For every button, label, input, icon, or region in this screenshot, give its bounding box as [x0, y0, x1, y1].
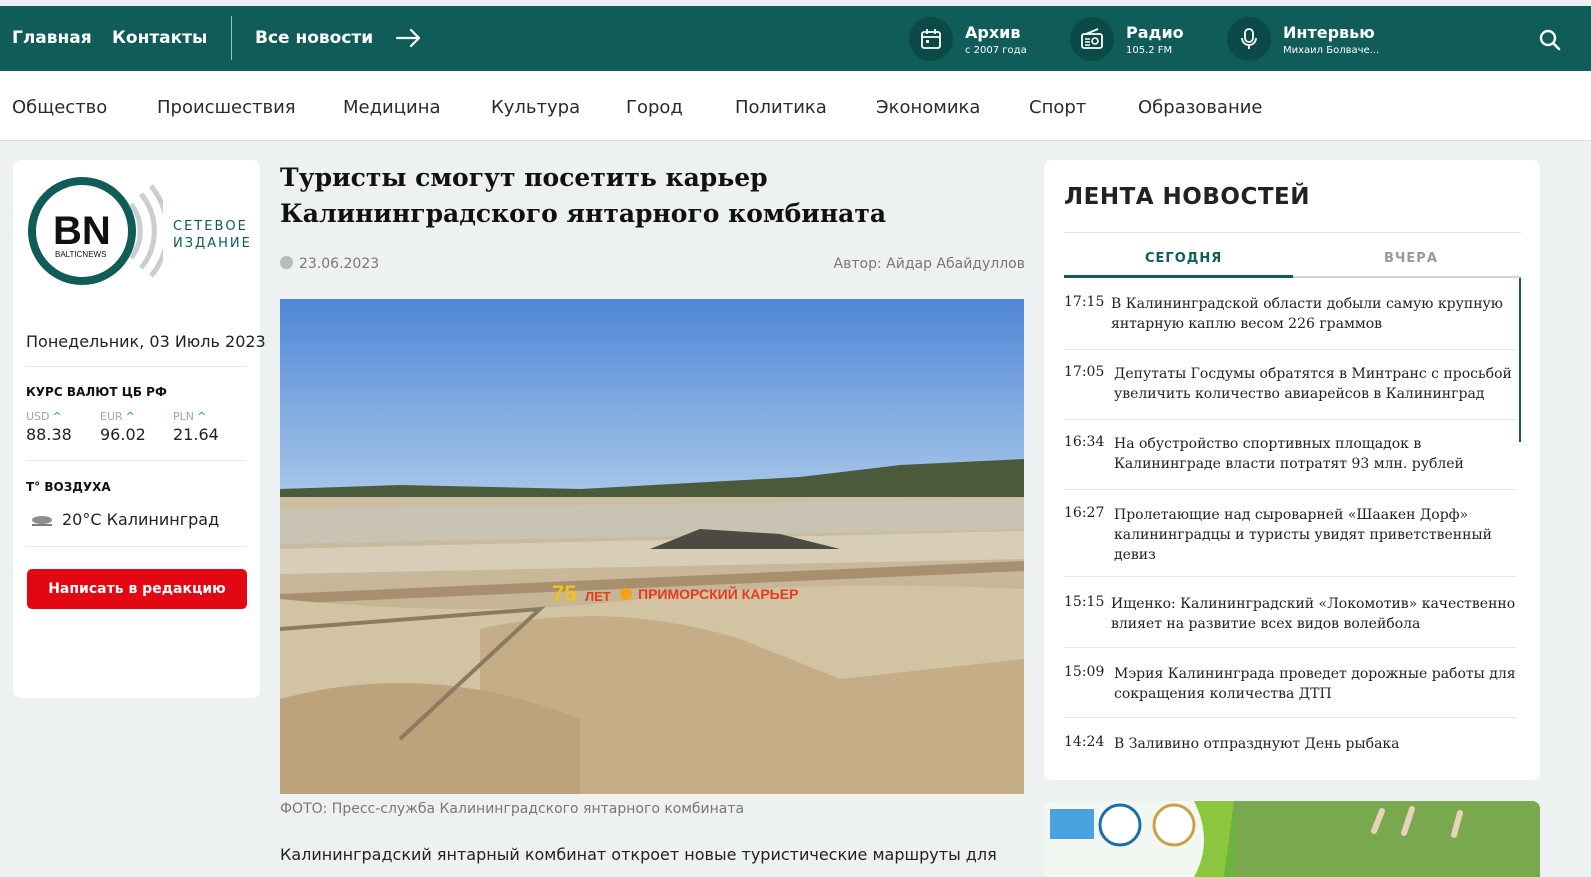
- feed-item[interactable]: 15:09 Мэрия Калининграда проведет дорожн…: [1064, 664, 1516, 718]
- calendar-icon: [909, 17, 953, 61]
- category-politics[interactable]: Политика: [735, 97, 827, 118]
- divider: [26, 366, 246, 367]
- feed-tabs: СЕГОДНЯ ВЧЕРА: [1064, 232, 1521, 278]
- arrow-up-icon: ^: [197, 410, 207, 423]
- category-economy[interactable]: Экономика: [876, 97, 980, 118]
- category-sport[interactable]: Спорт: [1029, 97, 1086, 118]
- feed-item[interactable]: 17:15 В Калининградской области добыли с…: [1064, 294, 1516, 350]
- feed-scrollbar[interactable]: [1519, 278, 1521, 442]
- category-society[interactable]: Общество: [12, 97, 107, 118]
- weather-info: 20°C Калининград: [30, 510, 219, 529]
- photo-caption: ФОТО: Пресс-служба Калининградского янта…: [280, 801, 745, 817]
- radio-title: Радио: [1126, 23, 1184, 42]
- article-lead: Калининградский янтарный комбинат открое…: [280, 845, 997, 864]
- tab-today[interactable]: СЕГОДНЯ: [1145, 251, 1222, 266]
- current-date: Понедельник, 03 Июль 2023: [26, 332, 266, 351]
- category-education[interactable]: Образование: [1138, 97, 1263, 118]
- feed-item[interactable]: 14:24 В Заливино отпразднуют День рыбака: [1064, 734, 1516, 764]
- archive-subtitle: с 2007 года: [965, 45, 1027, 56]
- currency-title: КУРС ВАЛЮТ ЦБ РФ: [26, 385, 167, 399]
- clock-icon: [280, 256, 293, 269]
- currency-pln: PLN ^ 21.64: [173, 410, 219, 444]
- category-incidents[interactable]: Происшествия: [157, 97, 296, 118]
- category-culture[interactable]: Культура: [491, 97, 580, 118]
- tab-yesterday[interactable]: ВЧЕРА: [1384, 251, 1438, 266]
- feed-item[interactable]: 17:05 Депутаты Госдумы обратятся в Минтр…: [1064, 364, 1516, 420]
- arrow-right-icon[interactable]: [395, 26, 423, 50]
- feed-item[interactable]: 16:27 Пролетающие над сыроварней «Шаакен…: [1064, 505, 1516, 577]
- currency-usd: USD ^ 88.38: [26, 410, 72, 444]
- archive-title: Архив: [965, 23, 1021, 42]
- photo-sign-text: ЛЕТ: [585, 589, 611, 604]
- logo-letters: BN: [53, 209, 111, 253]
- microphone-icon: [1227, 17, 1271, 61]
- logo-tagline: СЕТЕВОЕ ИЗДАНИЕ: [173, 219, 252, 251]
- photo-sign-name: ПРИМОРСКИЙ КАРЬЕР: [638, 585, 798, 602]
- radio-subtitle: 105.2 FM: [1126, 45, 1173, 56]
- nav-contacts-link[interactable]: Контакты: [112, 28, 207, 48]
- article-photo: 75 ЛЕТ ПРИМОРСКИЙ КАРЬЕР: [280, 299, 1024, 794]
- nav-all-news-link[interactable]: Все новости: [255, 28, 373, 48]
- divider: [26, 460, 246, 461]
- feed-item[interactable]: 16:34 На обустройство спортивных площадо…: [1064, 434, 1516, 490]
- category-city[interactable]: Город: [626, 97, 683, 118]
- weather-title: T° ВОЗДУХА: [26, 480, 111, 494]
- nav-home-link[interactable]: Главная: [12, 28, 92, 48]
- nav-divider: [231, 16, 232, 60]
- article-date: 23.06.2023: [280, 256, 379, 272]
- interview-title: Интервью: [1283, 23, 1375, 42]
- interview-subtitle: Михаил Болваче...: [1283, 45, 1380, 56]
- article-author: Автор: Айдар Абайдуллов: [833, 256, 1025, 272]
- write-to-editors-button[interactable]: Написать в редакцию: [27, 569, 247, 609]
- cloud-rain-icon: [32, 515, 52, 526]
- feed-item[interactable]: 15:15 Ищенко: Калининградский «Локомотив…: [1064, 594, 1516, 648]
- currency-eur: EUR ^ 96.02: [100, 410, 146, 444]
- feed-title: ЛЕНТА НОВОСТЕЙ: [1064, 184, 1310, 210]
- search-icon[interactable]: [1538, 28, 1562, 52]
- left-sidebar: BN BALTICNEWS СЕТЕВОЕ ИЗДАНИЕ Понедельни…: [13, 160, 266, 698]
- site-logo[interactable]: BN BALTICNEWS: [27, 174, 163, 288]
- ad-banner-graphic: [1044, 801, 1540, 877]
- news-feed: ЛЕНТА НОВОСТЕЙ СЕГОДНЯ ВЧЕРА 17:15 В Кал…: [1044, 160, 1540, 780]
- divider: [26, 546, 246, 547]
- category-medicine[interactable]: Медицина: [343, 97, 441, 118]
- article-title: Туристы смогут посетить карьер Калинингр…: [280, 163, 887, 228]
- ad-banner[interactable]: [1044, 801, 1540, 877]
- radio-icon: [1070, 17, 1114, 61]
- inactive-tab-indicator: [1293, 276, 1521, 278]
- category-bar: Общество Происшествия Медицина Культура …: [0, 71, 1591, 141]
- arrow-up-icon: ^: [52, 410, 62, 423]
- photo-sign-number: 75: [552, 581, 576, 606]
- logo-small-text: BALTICNEWS: [55, 250, 106, 259]
- top-navigation-bar: Главная Контакты Все новости Архив с 200…: [0, 6, 1591, 71]
- active-tab-indicator: [1064, 275, 1293, 278]
- quarry-photo: 75 ЛЕТ ПРИМОРСКИЙ КАРЬЕР: [280, 299, 1024, 794]
- arrow-up-icon: ^: [125, 410, 135, 423]
